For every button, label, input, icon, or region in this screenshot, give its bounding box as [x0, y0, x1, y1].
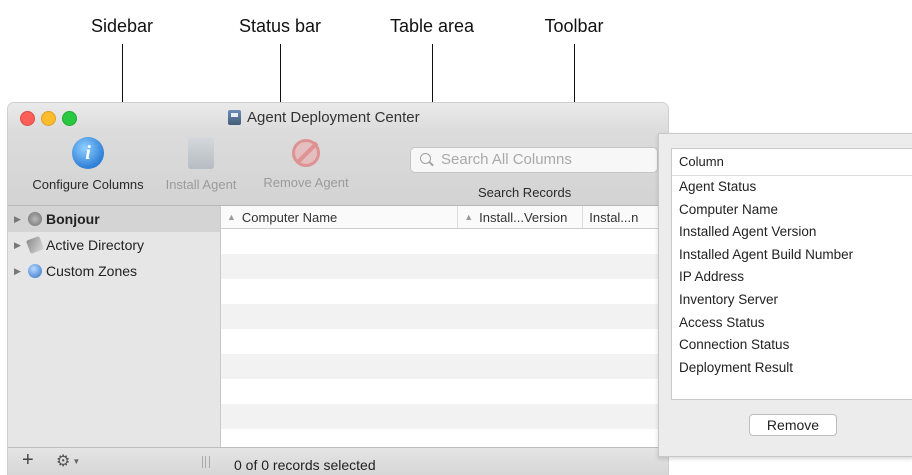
remove-column-button[interactable]: Remove	[749, 414, 837, 436]
search-field[interactable]: Search All Columns	[410, 147, 658, 173]
bonjour-icon	[28, 212, 42, 226]
close-window-icon[interactable]	[20, 111, 35, 126]
column-list-item[interactable]: Access Status	[672, 312, 912, 335]
title-bar: Agent Deployment Center	[8, 103, 668, 131]
configure-columns-button[interactable]: i Configure Columns	[18, 137, 158, 192]
column-list-item[interactable]: IP Address	[672, 266, 912, 289]
sidebar-item-label: Custom Zones	[46, 263, 138, 279]
install-agent-button[interactable]: Install Agent	[156, 137, 246, 192]
table-row	[221, 229, 668, 254]
sidebar-item-label: Bonjour	[46, 211, 100, 227]
disclosure-triangle-icon[interactable]: ▶	[14, 240, 24, 251]
callout-sidebar: Sidebar	[90, 16, 154, 36]
disclosure-triangle-icon[interactable]: ▶	[14, 214, 24, 225]
column-list-item[interactable]: Computer Name	[672, 199, 912, 222]
callout-status-bar: Status bar	[238, 16, 322, 36]
maximize-window-icon[interactable]	[62, 111, 77, 126]
table-row	[221, 404, 668, 429]
column-list-item[interactable]: Connection Status	[672, 334, 912, 357]
add-icon[interactable]: +	[22, 449, 34, 472]
column-list-item[interactable]: Inventory Server	[672, 289, 912, 312]
sidebar-item-custom-zones[interactable]: ▶ Custom Zones	[8, 258, 220, 284]
remove-agent-icon	[292, 139, 320, 167]
table-row	[221, 279, 668, 304]
chevron-down-icon: ▼	[72, 457, 81, 467]
info-icon: i	[72, 137, 104, 169]
column-header-installed-version[interactable]: ▲ Install...Version	[458, 206, 584, 228]
table-header: ▲ Computer Name ▲ Install...Version Inst…	[221, 206, 668, 229]
minimize-window-icon[interactable]	[41, 111, 56, 126]
remove-agent-button[interactable]: Remove Agent	[256, 137, 356, 190]
column-list-item[interactable]: Agent Status	[672, 176, 912, 199]
table-row	[221, 329, 668, 354]
resize-handle-icon[interactable]	[202, 456, 210, 468]
table-row	[221, 354, 668, 379]
gear-icon[interactable]: ⚙ ▼	[56, 451, 80, 471]
install-agent-icon	[188, 137, 214, 169]
sidebar-item-bonjour[interactable]: ▶ Bonjour	[8, 206, 220, 232]
table-row	[221, 254, 668, 279]
app-window: Agent Deployment Center i Configure Colu…	[8, 103, 668, 475]
install-agent-label: Install Agent	[165, 177, 237, 192]
sort-ascending-icon: ▲	[464, 212, 474, 222]
sidebar-item-active-directory[interactable]: ▶ Active Directory	[8, 232, 220, 258]
search-icon	[420, 153, 431, 164]
sidebar-item-label: Active Directory	[46, 237, 145, 253]
column-header-computer-name[interactable]: ▲ Computer Name	[221, 206, 459, 228]
status-bar: + ⚙ ▼ 0 of 0 records selected	[8, 447, 668, 475]
configure-columns-panel: Column Agent Status Computer Name Instal…	[658, 133, 912, 457]
table-body	[221, 229, 668, 447]
column-header-label: Install...Version	[479, 209, 568, 225]
toolbar: i Configure Columns Install Agent Remove…	[8, 131, 668, 206]
column-list-item[interactable]: Deployment Result	[672, 357, 912, 380]
column-list-header: Column	[672, 149, 912, 176]
column-list-item[interactable]: Installed Agent Build Number	[672, 244, 912, 267]
records-selected-status: 0 of 0 records selected	[234, 457, 376, 473]
column-header-installed-build[interactable]: Instal...n	[583, 206, 668, 228]
remove-agent-label: Remove Agent	[263, 175, 349, 190]
column-list: Column Agent Status Computer Name Instal…	[671, 148, 912, 400]
sort-ascending-icon: ▲	[227, 212, 236, 222]
callout-table-area: Table area	[389, 16, 475, 36]
configure-columns-label: Configure Columns	[32, 177, 144, 192]
column-header-label: Computer Name	[241, 209, 338, 225]
records-table: ▲ Computer Name ▲ Install...Version Inst…	[221, 206, 668, 447]
custom-zones-icon	[28, 264, 42, 278]
disclosure-triangle-icon[interactable]: ▶	[14, 266, 24, 277]
window-title: Agent Deployment Center	[228, 109, 420, 126]
search-placeholder: Search All Columns	[441, 151, 572, 168]
table-row	[221, 304, 668, 329]
sidebar: ▶ Bonjour ▶ Active Directory ▶ Custom Zo…	[8, 206, 221, 447]
column-list-item[interactable]: Installed Agent Version	[672, 221, 912, 244]
table-row	[221, 429, 668, 447]
callout-toolbar: Toolbar	[544, 16, 604, 36]
window-title-text: Agent Deployment Center	[247, 109, 420, 126]
active-directory-icon	[26, 236, 44, 254]
search-records-label: Search Records	[478, 185, 572, 200]
agent-deployment-icon	[228, 110, 241, 125]
table-row	[221, 379, 668, 404]
column-header-label: Instal...n	[589, 209, 639, 225]
